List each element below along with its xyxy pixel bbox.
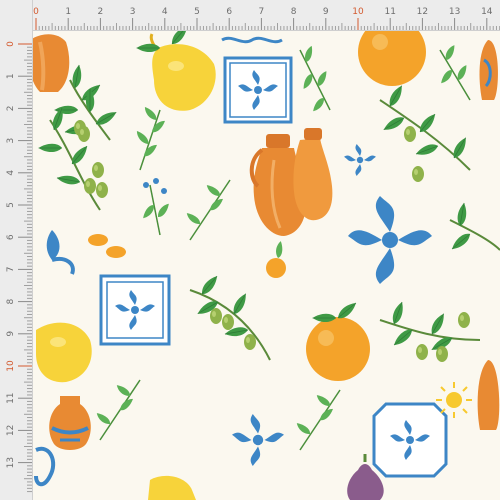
left-ruler-label-11: 11 — [6, 392, 16, 403]
left-ruler-label-3: 3 — [6, 138, 16, 144]
mediterranean-pattern — [33, 31, 500, 500]
ruler-corner — [0, 0, 32, 30]
olive-branch-right-icon — [379, 84, 473, 182]
herb-sprig-bottom-center-icon — [296, 389, 341, 451]
left-ruler-label-5: 5 — [6, 202, 16, 208]
small-orange-icon — [266, 240, 288, 278]
herb-sprig-mid-icon — [136, 104, 168, 171]
terracotta-vase-top-left-icon — [33, 34, 70, 92]
olive-branch-center-icon — [189, 275, 271, 361]
left-ruler-label-1: 1 — [6, 73, 16, 79]
left-ruler-scale: 012345678910111213 — [6, 41, 32, 493]
blue-flourish-center-icon — [348, 196, 432, 284]
top-ruler-label-3: 3 — [130, 7, 136, 17]
terracotta-jugs-icon — [249, 128, 333, 236]
blue-swirl-bottom-left-icon — [34, 446, 56, 487]
left-ruler-label-2: 2 — [6, 106, 16, 112]
olive-branch-lower-right-icon — [379, 301, 481, 362]
sun-icon — [436, 382, 472, 418]
top-ruler-label-6: 6 — [226, 7, 232, 17]
left-ruler-label-7: 7 — [6, 267, 16, 273]
pattern-area — [33, 31, 500, 500]
blue-wave-icon — [221, 36, 283, 44]
terracotta-vase-right-icon — [477, 360, 500, 430]
herb-sprig-right-icon — [437, 44, 472, 101]
amphora-vase-icon — [49, 396, 91, 450]
top-ruler-label-8: 8 — [291, 7, 297, 17]
top-ruler-label-5: 5 — [194, 7, 200, 17]
top-ruler-label-2: 2 — [98, 7, 104, 17]
lemon-bottom-icon — [148, 475, 196, 500]
top-ruler-label-0: 0 — [33, 7, 39, 17]
top-ruler-label-9: 9 — [323, 7, 329, 17]
blue-tile-lower-icon — [99, 274, 171, 346]
left-ruler-label-12: 12 — [6, 425, 16, 436]
left-ruler-label-6: 6 — [6, 234, 16, 240]
herb-sprig-center-icon — [186, 179, 231, 241]
left-ruler-label-4: 4 — [6, 170, 16, 176]
herb-sprig-icon — [298, 45, 332, 112]
lemon-left-icon — [36, 322, 92, 383]
blue-tile-medallion-icon — [372, 402, 448, 478]
top-ruler-label-4: 4 — [162, 7, 168, 17]
lemon-top-icon — [135, 31, 216, 111]
top-ruler-label-10: 10 — [352, 7, 364, 17]
olive-branch-edge-icon — [448, 202, 500, 251]
orange-top-right-icon — [358, 31, 426, 86]
blue-jug-edge-icon — [479, 40, 498, 100]
orange-center-icon — [306, 301, 370, 381]
herb-berry-sprig-icon — [139, 178, 173, 236]
top-ruler-scale: 0 1 2 3 4 5 6 7 8 9 10 11 12 13 14 — [33, 7, 500, 30]
left-ruler-label-10: 10 — [6, 360, 16, 372]
blue-flourish-left-icon — [46, 230, 75, 275]
blue-tile-flower-bottom-icon — [232, 414, 284, 466]
left-ruler-label-9: 9 — [6, 331, 16, 337]
left-ruler-label-8: 8 — [6, 298, 16, 304]
left-ruler-label-13: 13 — [6, 457, 16, 468]
top-ruler-label-12: 12 — [417, 7, 428, 17]
top-ruler-label-7: 7 — [259, 7, 265, 17]
top-ruler-label-13: 13 — [449, 7, 460, 17]
left-ruler-label-0: 0 — [6, 41, 16, 47]
top-ruler[interactable]: 0 1 2 3 4 5 6 7 8 9 10 11 12 13 14 — [0, 0, 500, 31]
blue-small-flower-icon — [344, 144, 376, 176]
top-ruler-label-1: 1 — [65, 7, 71, 17]
top-ruler-label-11: 11 — [384, 7, 395, 17]
orange-slices-icon — [88, 234, 126, 258]
herb-sprig-bottom-left-icon — [96, 379, 141, 441]
left-ruler[interactable]: 0 1 2 3 4 5 6 7 8 9 10 11 12 13 — [0, 0, 33, 500]
top-ruler-label-14: 14 — [481, 7, 493, 17]
fabric-preview: 0 1 2 3 4 5 6 7 8 9 10 11 12 13 14 0 1 2 3 4 5 6 7 8 9 10 11 12 13 — [0, 0, 500, 500]
blue-tile-top-icon — [223, 56, 293, 124]
